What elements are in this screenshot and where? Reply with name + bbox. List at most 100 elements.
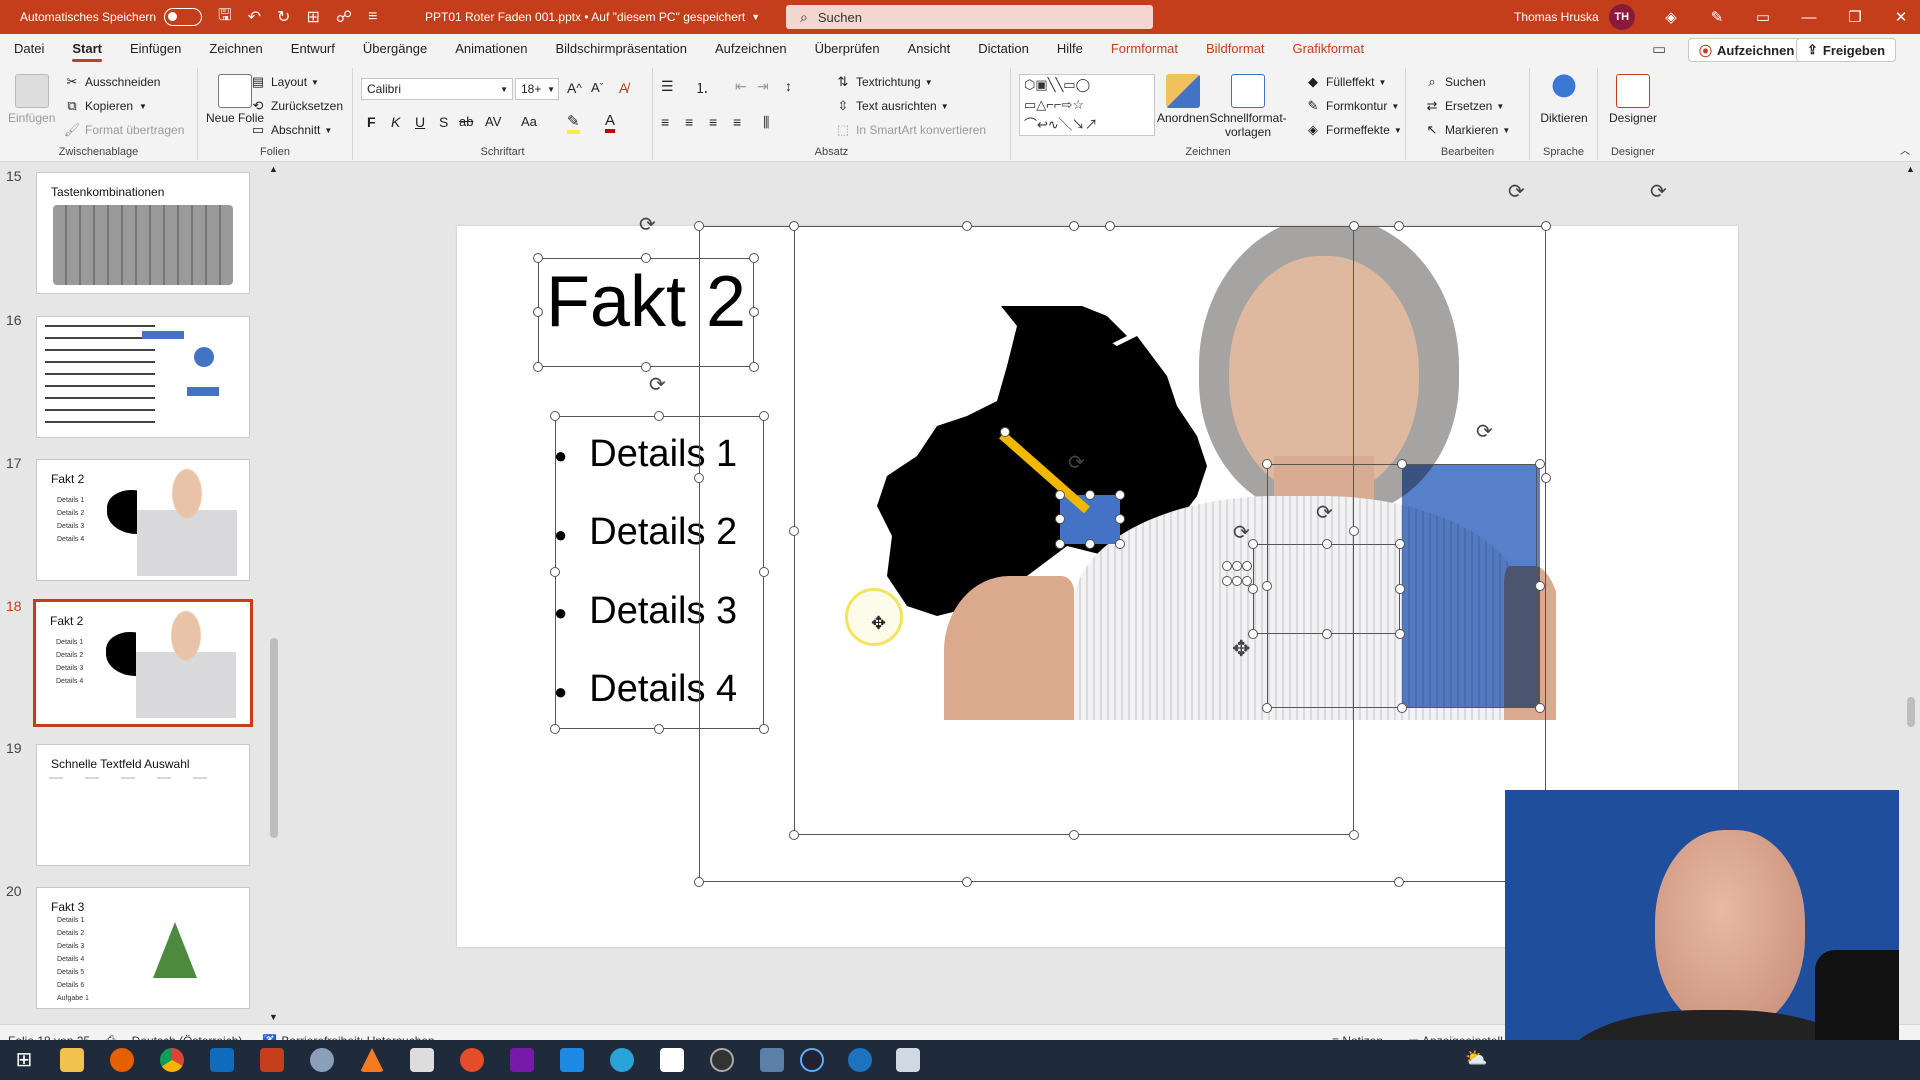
resize-handle[interactable] [1115, 490, 1125, 500]
replace-button[interactable]: ⇄ Ersetzen ▼ [1424, 98, 1505, 114]
shape-fill-button[interactable]: ◆ Fülleffekt ▼ [1305, 74, 1386, 90]
resize-handle[interactable] [1242, 576, 1252, 586]
rotate-handle-icon[interactable]: ⟳ [1650, 179, 1667, 204]
comments-icon[interactable]: ▭ [1652, 40, 1666, 58]
clear-format-icon[interactable]: A̸ [619, 80, 628, 96]
app-icon[interactable] [896, 1048, 920, 1072]
resize-handle[interactable] [1349, 221, 1359, 231]
tab-aufzeichnen[interactable]: Aufzeichnen [701, 34, 801, 64]
resize-handle[interactable] [1085, 490, 1095, 500]
resize-handle[interactable] [533, 253, 543, 263]
cut-button[interactable]: ✂ Ausschneiden [64, 74, 161, 90]
select-button[interactable]: ↖ Markieren ▼ [1424, 122, 1511, 138]
minimize-icon[interactable]: — [1786, 9, 1832, 26]
resize-handle[interactable] [533, 362, 543, 372]
bullets-icon[interactable]: ☰ [661, 78, 674, 95]
premium-icon[interactable]: ◈ [1648, 8, 1694, 26]
avatar[interactable]: TH [1608, 4, 1635, 30]
resize-handle[interactable] [759, 724, 769, 734]
firefox-icon[interactable] [110, 1048, 134, 1072]
rotate-handle-icon[interactable]: ⟳ [1068, 450, 1085, 475]
slide-thumbnail-20[interactable]: Fakt 3 Details 1 Details 2 Details 3 Detail… [36, 887, 250, 1009]
bold-button[interactable]: F [367, 114, 376, 130]
resize-handle[interactable] [641, 253, 651, 263]
resize-handle[interactable] [1242, 561, 1252, 571]
resize-handle[interactable] [1069, 221, 1079, 231]
resize-handle[interactable] [759, 567, 769, 577]
record-button[interactable]: ⦿ Aufzeichnen [1688, 38, 1806, 62]
outlook-icon[interactable] [210, 1048, 234, 1072]
pen-icon[interactable]: ✎ [1694, 8, 1740, 26]
resize-handle[interactable] [1395, 584, 1405, 594]
dictate-button[interactable]: Diktieren [1538, 74, 1590, 125]
resize-handle[interactable] [1115, 539, 1125, 549]
file-explorer-icon[interactable] [60, 1048, 84, 1072]
resize-handle[interactable] [1055, 514, 1065, 524]
shape-outline-button[interactable]: ✎ Formkontur ▼ [1305, 98, 1400, 114]
windows-start-icon[interactable]: ⊞ [12, 1048, 36, 1072]
shapes-gallery[interactable]: ⬡▣╲╲▭◯ ▭△⌐⌐⇨☆ ⌒↩∿╲↘↗ [1019, 74, 1155, 136]
tab-bildschirmpräsentation[interactable]: Bildschirmpräsentation [541, 34, 701, 64]
search-box[interactable]: ⌕ Suchen [786, 5, 1153, 29]
slide-thumbnail-17[interactable]: Fakt 2 Details 1 Details 2 Details 3 Detail… [36, 459, 250, 581]
tab-ansicht[interactable]: Ansicht [894, 34, 965, 64]
resize-handle[interactable] [1055, 539, 1065, 549]
font-size-select[interactable]: 18+ ▼ [515, 78, 559, 100]
app-icon[interactable] [848, 1048, 872, 1072]
resize-handle[interactable] [533, 307, 543, 317]
tab-entwurf[interactable]: Entwurf [277, 34, 349, 64]
tab-formformat[interactable]: Formformat [1097, 34, 1192, 64]
present-icon[interactable]: ⊞ [306, 7, 319, 27]
shape-effects-button[interactable]: ◈ Formeffekte ▼ [1305, 122, 1402, 138]
grow-font-icon[interactable]: A ^ [567, 80, 582, 96]
app-icon[interactable] [460, 1048, 484, 1072]
section-button[interactable]: ▭ Abschnitt ▼ [250, 122, 332, 138]
rotate-handle-icon[interactable]: ⟳ [1233, 520, 1250, 545]
resize-handle[interactable] [654, 724, 664, 734]
resize-handle[interactable] [1248, 584, 1258, 594]
resize-handle[interactable] [962, 221, 972, 231]
smartart-button[interactable]: ⬚ In SmartArt konvertieren [835, 122, 986, 138]
scroll-up-icon[interactable]: ▲ [269, 164, 278, 174]
tab-grafikformat[interactable]: Grafikformat [1279, 34, 1379, 64]
resize-handle[interactable] [789, 830, 799, 840]
rotate-handle-icon[interactable]: ⟳ [639, 212, 656, 237]
rotate-handle-icon[interactable]: ⟳ [649, 372, 666, 397]
vlc-icon[interactable] [360, 1048, 384, 1072]
resize-handle[interactable] [550, 567, 560, 577]
resize-handle[interactable] [749, 362, 759, 372]
resize-handle[interactable] [1397, 459, 1407, 469]
user-name[interactable]: Thomas Hruska [1514, 10, 1599, 24]
app-icon[interactable] [410, 1048, 434, 1072]
tab-übergänge[interactable]: Übergänge [349, 34, 441, 64]
resize-handle[interactable] [1541, 473, 1551, 483]
resize-handle[interactable] [962, 877, 972, 887]
strikethrough-button[interactable]: ab [459, 114, 473, 129]
rotate-handle-icon[interactable]: ⟳ [1508, 179, 1525, 204]
format-painter-button[interactable]: 🖌 Format übertragen [64, 122, 185, 138]
increase-indent-icon[interactable]: ⇥ [757, 78, 769, 95]
document-title[interactable]: PPT01 Roter Faden 001.pptx • Auf "diesem… [425, 0, 760, 34]
char-spacing-button[interactable]: AV [485, 114, 501, 129]
resize-handle[interactable] [1055, 490, 1065, 500]
tab-hilfe[interactable]: Hilfe [1043, 34, 1097, 64]
resize-handle[interactable] [1541, 221, 1551, 231]
slide-thumbnail-16[interactable] [36, 316, 250, 438]
redo-icon[interactable]: ↻ [277, 7, 290, 27]
visio-icon[interactable] [560, 1048, 584, 1072]
justify-icon[interactable]: ≡ [733, 114, 741, 130]
tab-datei[interactable]: Datei [0, 34, 58, 64]
app-icon[interactable] [800, 1048, 824, 1072]
app-icon[interactable] [760, 1048, 784, 1072]
undo-icon[interactable]: ↶ [248, 7, 261, 27]
resize-handle[interactable] [1222, 576, 1232, 586]
obs-icon[interactable] [710, 1048, 734, 1072]
resize-handle[interactable] [1322, 539, 1332, 549]
quick-styles-button[interactable]: Schnellformat-vorlagen [1209, 74, 1287, 139]
resize-handle[interactable] [749, 307, 759, 317]
resize-handle[interactable] [1349, 526, 1359, 536]
scroll-down-icon[interactable]: ▼ [269, 1012, 278, 1022]
resize-handle[interactable] [694, 473, 704, 483]
telegram-icon[interactable] [610, 1048, 634, 1072]
weather-icon[interactable]: ⛅ [1465, 1048, 1489, 1072]
